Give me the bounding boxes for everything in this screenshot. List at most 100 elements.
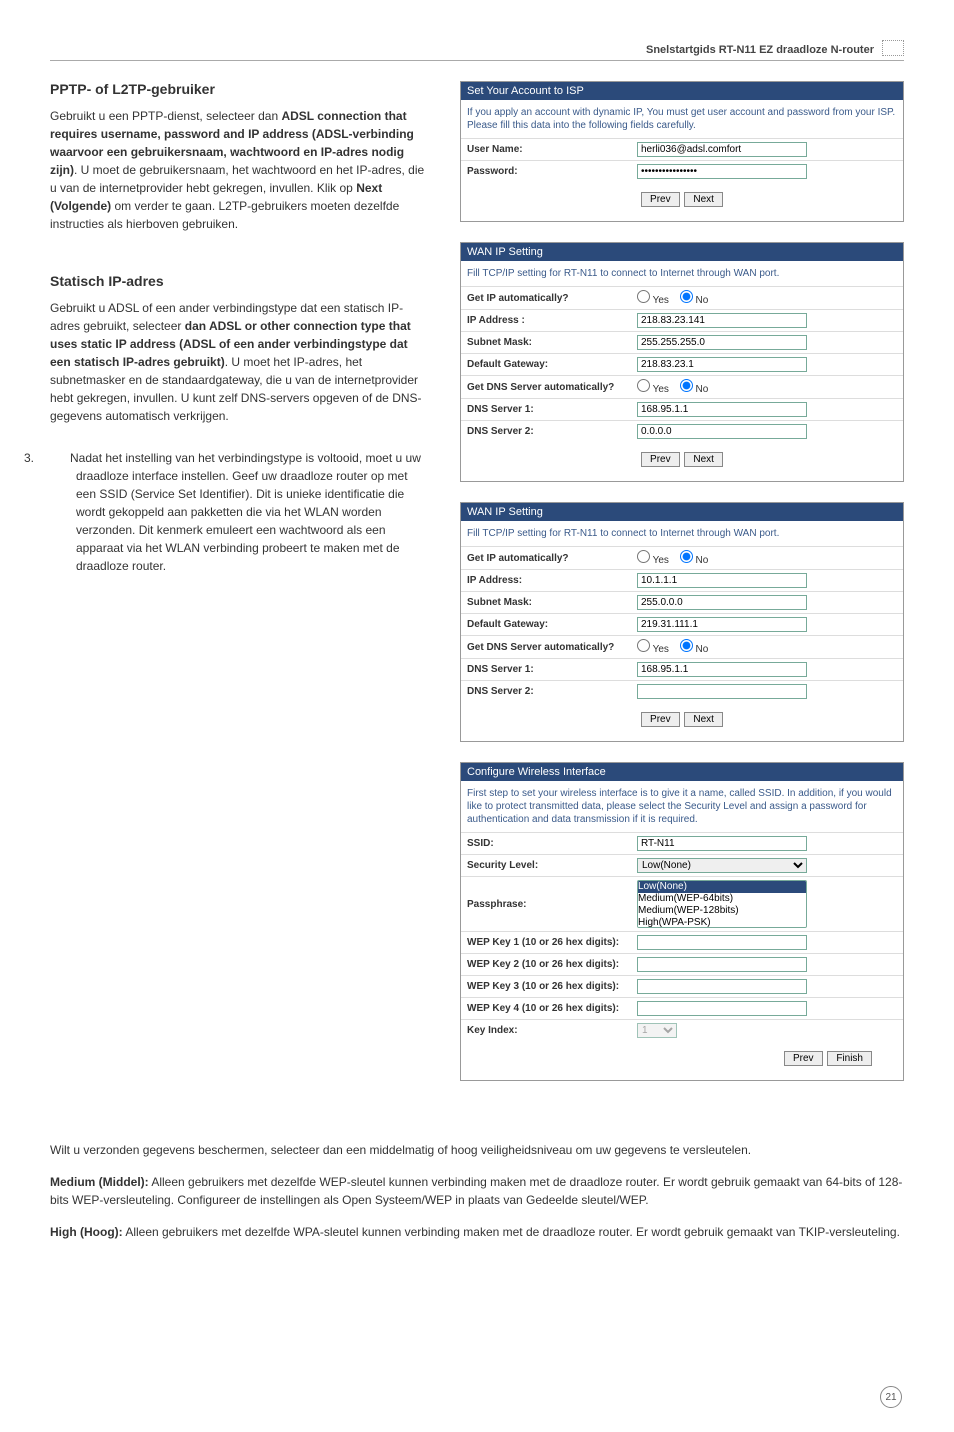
wan1-autoip-label: Get IP automatically? — [467, 293, 637, 304]
wan1-autoip-yes[interactable]: Yes — [637, 295, 669, 306]
wan2-prev-button[interactable]: Prev — [641, 712, 680, 727]
static-section: Statisch IP-adres Gebruikt u ADSL of een… — [50, 273, 430, 425]
wan2-desc: Fill TCP/IP setting for RT-N11 to connec… — [461, 521, 903, 546]
step3-item: 3.Nadat het instelling van het verbindin… — [76, 449, 430, 575]
passphrase-options-list[interactable]: Low(None) Medium(WEP-64bits) Medium(WEP-… — [637, 880, 807, 928]
isp-next-button[interactable]: Next — [684, 192, 723, 207]
medium-label: Medium (Middel): — [50, 1175, 149, 1189]
wifi-prev-button[interactable]: Prev — [784, 1051, 823, 1066]
pptp-title: PPTP- of L2TP-gebruiker — [50, 81, 430, 97]
wan1-next-button[interactable]: Next — [684, 452, 723, 467]
wan1-dns2-label: DNS Server 2: — [467, 426, 637, 437]
pptp-text-pre: Gebruikt u een PPTP-dienst, selecteer da… — [50, 109, 281, 123]
wifi-finish-button[interactable]: Finish — [827, 1051, 872, 1066]
doc-header-title: Snelstartgids RT-N11 EZ draadloze N-rout… — [646, 44, 874, 56]
high-text: Alleen gebruikers met dezelfde WPA-sleut… — [123, 1225, 900, 1239]
page-number: 21 — [880, 1386, 902, 1408]
wepkey3-input[interactable] — [637, 979, 807, 994]
bottom-medium: Medium (Middel): Alleen gebruikers met d… — [50, 1173, 904, 1209]
opt-wpa[interactable]: High(WPA-PSK) — [638, 917, 806, 928]
wepkey2-label: WEP Key 2 (10 or 26 hex digits): — [467, 959, 637, 970]
wan1-gw-input[interactable] — [637, 357, 807, 372]
wan1-desc: Fill TCP/IP setting for RT-N11 to connec… — [461, 261, 903, 286]
password-label: Password: — [467, 166, 637, 177]
wan2-mask-input[interactable] — [637, 595, 807, 610]
wan2-autoip-radios: Yes No — [637, 550, 897, 566]
wan2-gw-input[interactable] — [637, 617, 807, 632]
wan1-header: WAN IP Setting — [461, 243, 903, 261]
password-input[interactable] — [637, 164, 807, 179]
security-level-select[interactable]: Low(None) — [637, 858, 807, 873]
wan2-gw-label: Default Gateway: — [467, 619, 637, 630]
isp-panel-desc: If you apply an account with dynamic IP,… — [461, 100, 903, 138]
wifi-header: Configure Wireless Interface — [461, 763, 903, 781]
wan2-ip-input[interactable] — [637, 573, 807, 588]
username-label: User Name: — [467, 144, 637, 155]
wan2-dns1-label: DNS Server 1: — [467, 664, 637, 675]
wan1-mask-input[interactable] — [637, 335, 807, 350]
medium-text: Alleen gebruikers met dezelfde WEP-sleut… — [50, 1175, 902, 1207]
wepkey2-input[interactable] — [637, 957, 807, 972]
wan2-autodns-no[interactable]: No — [680, 644, 709, 655]
wan2-autoip-no[interactable]: No — [680, 555, 709, 566]
bottom-p1: Wilt u verzonden gegevens beschermen, se… — [50, 1141, 904, 1159]
wan2-dns2-input[interactable] — [637, 684, 807, 699]
isp-panel-header: Set Your Account to ISP — [461, 82, 903, 100]
router-icon — [882, 40, 904, 56]
ssid-input[interactable] — [637, 836, 807, 851]
opt-low[interactable]: Low(None) — [638, 881, 806, 893]
wan2-autoip-yes[interactable]: Yes — [637, 555, 669, 566]
wan2-autoip-label: Get IP automatically? — [467, 553, 637, 564]
high-label: High (Hoog): — [50, 1225, 123, 1239]
wan1-dns2-input[interactable] — [637, 424, 807, 439]
wan2-next-button[interactable]: Next — [684, 712, 723, 727]
wifi-desc: First step to set your wireless interfac… — [461, 781, 903, 832]
wepkey4-input[interactable] — [637, 1001, 807, 1016]
wan1-autodns-radios: Yes No — [637, 379, 897, 395]
bottom-high: High (Hoog): Alleen gebruikers met dezel… — [50, 1223, 904, 1241]
wan1-dns1-label: DNS Server 1: — [467, 404, 637, 415]
wan2-dns1-input[interactable] — [637, 662, 807, 677]
wan1-prev-button[interactable]: Prev — [641, 452, 680, 467]
security-level-label: Security Level: — [467, 860, 637, 871]
wepkey3-label: WEP Key 3 (10 or 26 hex digits): — [467, 981, 637, 992]
step3-text: Nadat het instelling van het verbindings… — [70, 451, 421, 573]
wan-ip-panel-2: WAN IP Setting Fill TCP/IP setting for R… — [460, 502, 904, 742]
wan1-ip-input[interactable] — [637, 313, 807, 328]
wan1-mask-label: Subnet Mask: — [467, 337, 637, 348]
wepkey1-input[interactable] — [637, 935, 807, 950]
isp-prev-button[interactable]: Prev — [641, 192, 680, 207]
wan1-ip-label: IP Address : — [467, 315, 637, 326]
keyindex-label: Key Index: — [467, 1025, 637, 1036]
wan-ip-panel-1: WAN IP Setting Fill TCP/IP setting for R… — [460, 242, 904, 482]
wan2-autodns-label: Get DNS Server automatically? — [467, 642, 637, 653]
doc-header: Snelstartgids RT-N11 EZ draadloze N-rout… — [50, 40, 904, 61]
username-input[interactable] — [637, 142, 807, 157]
wan1-autodns-yes[interactable]: Yes — [637, 384, 669, 395]
pptp-body: Gebruikt u een PPTP-dienst, selecteer da… — [50, 107, 430, 233]
wan2-autodns-yes[interactable]: Yes — [637, 644, 669, 655]
opt-wep128[interactable]: Medium(WEP-128bits) — [638, 905, 806, 917]
wan1-autodns-no[interactable]: No — [680, 384, 709, 395]
isp-account-panel: Set Your Account to ISP If you apply an … — [460, 81, 904, 222]
wan1-gw-label: Default Gateway: — [467, 359, 637, 370]
keyindex-select[interactable]: 1 — [637, 1023, 677, 1038]
wan1-autoip-no[interactable]: No — [680, 295, 709, 306]
opt-wep64[interactable]: Medium(WEP-64bits) — [638, 893, 806, 905]
wireless-panel: Configure Wireless Interface First step … — [460, 762, 904, 1081]
bottom-text-section: Wilt u verzonden gegevens beschermen, se… — [50, 1141, 904, 1241]
wepkey4-label: WEP Key 4 (10 or 26 hex digits): — [467, 1003, 637, 1014]
wan2-ip-label: IP Address: — [467, 575, 637, 586]
wan2-dns2-label: DNS Server 2: — [467, 686, 637, 697]
passphrase-label: Passphrase: — [467, 899, 637, 910]
pptp-section: PPTP- of L2TP-gebruiker Gebruikt u een P… — [50, 81, 430, 233]
wan1-dns1-input[interactable] — [637, 402, 807, 417]
wan2-mask-label: Subnet Mask: — [467, 597, 637, 608]
wan2-header: WAN IP Setting — [461, 503, 903, 521]
step3-number: 3. — [50, 449, 70, 467]
wan1-autoip-radios: Yes No — [637, 290, 897, 306]
wan1-autodns-label: Get DNS Server automatically? — [467, 382, 637, 393]
static-body: Gebruikt u ADSL of een ander verbindings… — [50, 299, 430, 425]
ssid-label: SSID: — [467, 838, 637, 849]
step3-section: 3.Nadat het instelling van het verbindin… — [50, 449, 430, 575]
